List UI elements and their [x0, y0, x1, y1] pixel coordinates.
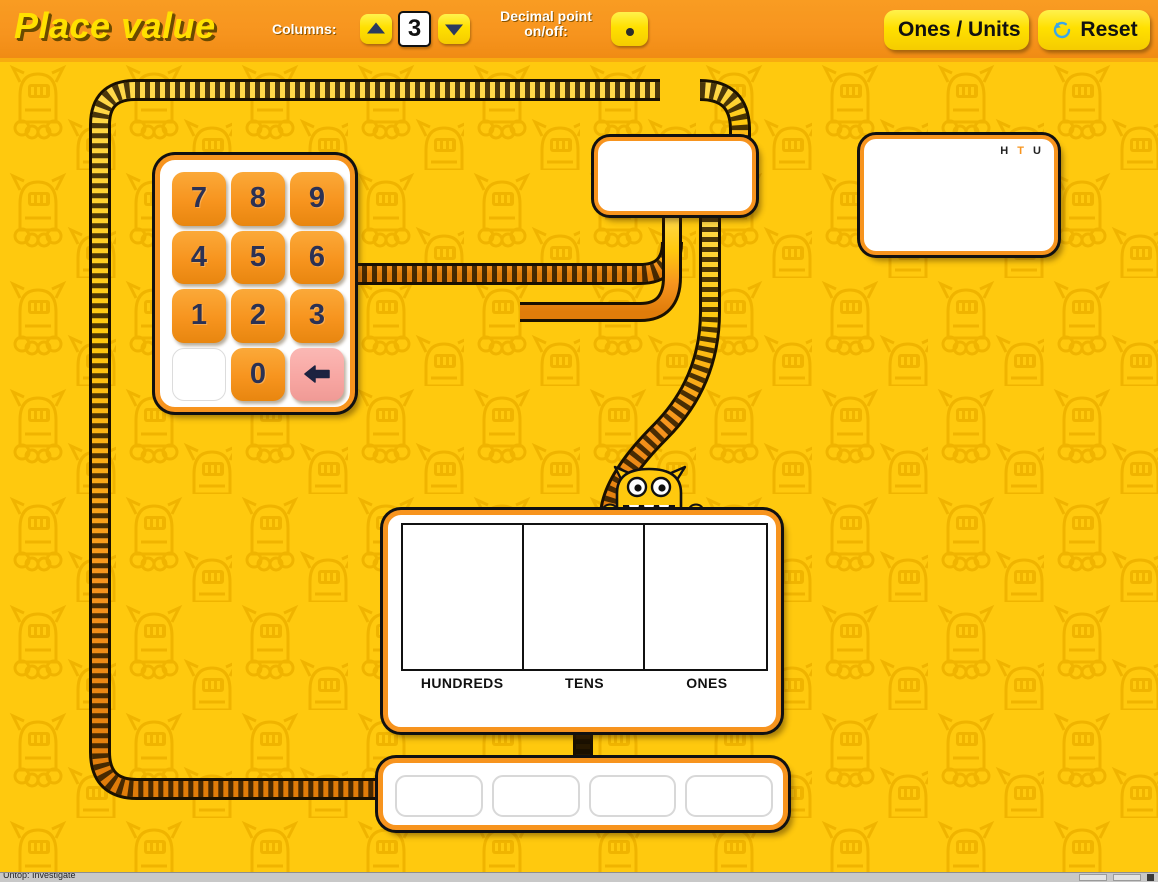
htu-label-t: T: [1017, 145, 1027, 157]
number-display-panel[interactable]: [594, 137, 756, 215]
column-cell-hundreds[interactable]: [403, 525, 524, 669]
key-blank: [172, 347, 226, 401]
taskbar-item[interactable]: [1079, 874, 1107, 881]
htu-column-labels: H T U: [1000, 145, 1044, 157]
key-8[interactable]: 8: [231, 172, 285, 226]
header-ones: ONES: [686, 675, 728, 691]
refresh-circle-icon: [1054, 21, 1071, 39]
column-cell-ones[interactable]: [645, 525, 766, 669]
decimal-point-dot-icon: [625, 27, 634, 36]
decimal-label-line1: Decimal point: [500, 8, 592, 24]
app-header: Place value Columns: 3 Decimal point on/…: [0, 0, 1158, 62]
place-value-columns: [401, 523, 768, 671]
status-text: Untop: Investigate: [3, 872, 76, 880]
reset-button[interactable]: Reset: [1038, 10, 1150, 50]
status-bar: Untop: Investigate: [0, 872, 1158, 882]
key-1[interactable]: 1: [172, 289, 226, 343]
htu-label-u: U: [1033, 145, 1044, 157]
column-cell-tens[interactable]: [524, 525, 645, 669]
ones-units-button[interactable]: Ones / Units: [884, 10, 1029, 50]
htu-abbreviation-panel[interactable]: H T U: [860, 135, 1058, 255]
tray-slot[interactable]: [588, 775, 677, 817]
key-9[interactable]: 9: [290, 172, 344, 226]
tray-slot[interactable]: [395, 775, 483, 817]
header-hundreds: HUNDREDS: [420, 675, 504, 691]
reset-label: Reset: [1080, 18, 1138, 41]
tray-slot[interactable]: [491, 775, 580, 817]
taskbar-items: [1079, 874, 1154, 881]
htu-label-h: H: [1000, 145, 1012, 157]
keypad-grid: 7 8 9 4 5 6 1 2 3 0: [172, 172, 344, 401]
tray-slot[interactable]: [685, 775, 773, 817]
key-7[interactable]: 7: [172, 172, 226, 226]
tray-slot-list: [395, 775, 773, 817]
decimal-point-toggle-button[interactable]: [611, 12, 648, 46]
triangle-up-icon: [367, 22, 385, 34]
columns-increase-button[interactable]: [360, 14, 392, 44]
place-value-table-panel: HUNDREDS TENS ONES: [383, 510, 781, 732]
decimal-point-label: Decimal point on/off:: [487, 9, 605, 38]
arrow-left-icon: [304, 365, 330, 383]
taskbar-item[interactable]: [1147, 874, 1154, 881]
place-value-app: Place value Columns: 3 Decimal point on/…: [0, 0, 1158, 882]
key-5[interactable]: 5: [231, 230, 285, 284]
triangle-down-icon: [445, 24, 463, 36]
key-0[interactable]: 0: [231, 347, 285, 401]
taskbar-item[interactable]: [1113, 874, 1141, 881]
key-6[interactable]: 6: [290, 230, 344, 284]
bottom-tray-panel: [378, 758, 788, 830]
key-3[interactable]: 3: [290, 289, 344, 343]
columns-value: 3: [398, 11, 431, 47]
columns-decrease-button[interactable]: [438, 14, 470, 44]
key-4[interactable]: 4: [172, 230, 226, 284]
key-2[interactable]: 2: [231, 289, 285, 343]
place-value-headers: HUNDREDS TENS ONES: [401, 675, 768, 691]
page-title: Place value: [14, 5, 216, 46]
header-tens: TENS: [565, 675, 604, 691]
number-keypad: 7 8 9 4 5 6 1 2 3 0: [155, 155, 355, 412]
columns-label: Columns:: [272, 21, 337, 37]
decimal-label-line2: on/off:: [524, 22, 568, 39]
key-backspace[interactable]: [290, 347, 344, 401]
